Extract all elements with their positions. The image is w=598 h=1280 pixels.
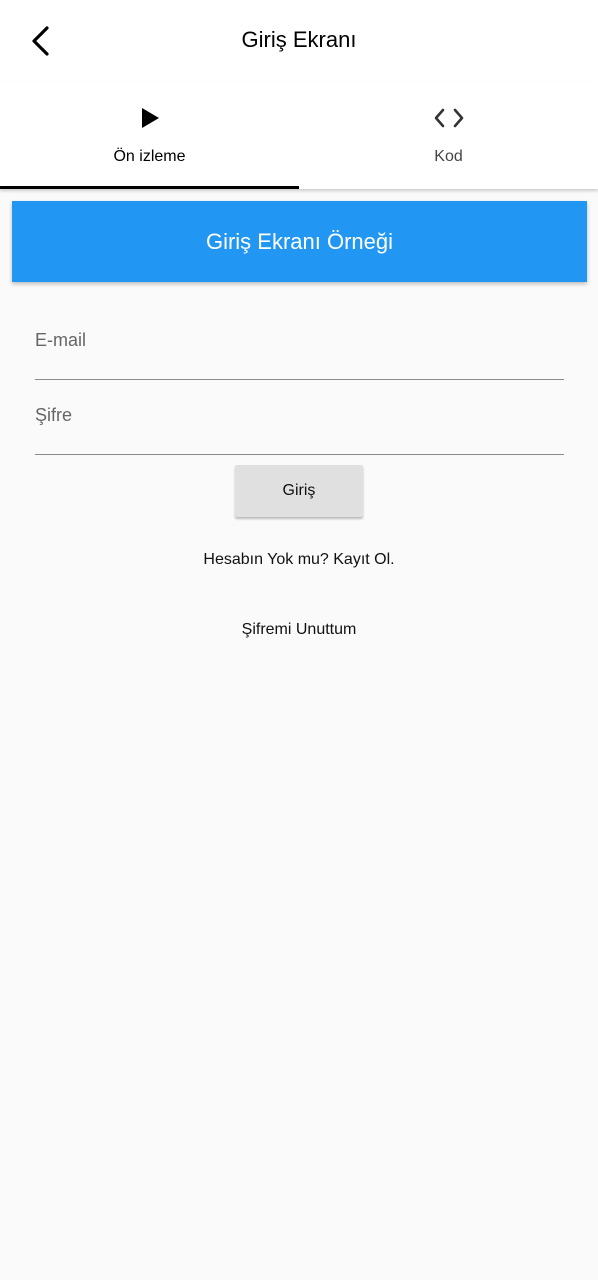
tab-code-label: Kod bbox=[434, 148, 463, 165]
page-title: Giriş Ekranı bbox=[241, 27, 357, 52]
preview-content: Giriş Ekranı Örneği E-mail Şifre Giriş H… bbox=[0, 189, 598, 1280]
banner-title: Giriş Ekranı Örneği bbox=[205, 228, 394, 254]
login-button[interactable]: Giriş bbox=[235, 465, 363, 517]
app-bar: Giriş Ekranı bbox=[0, 0, 598, 82]
code-icon bbox=[299, 104, 598, 132]
tab-preview[interactable]: Ön izleme bbox=[0, 82, 299, 189]
tab-indicator bbox=[0, 186, 299, 189]
play-icon bbox=[0, 104, 299, 132]
email-field[interactable]: E-mail bbox=[35, 330, 564, 380]
tab-preview-label: Ön izleme bbox=[113, 148, 186, 165]
email-placeholder: E-mail bbox=[35, 330, 87, 350]
tab-bar: Ön izleme Kod bbox=[0, 82, 598, 189]
password-field[interactable]: Şifre bbox=[35, 405, 564, 455]
forgot-password-link[interactable]: Şifremi Unuttum bbox=[0, 621, 598, 639]
password-placeholder: Şifre bbox=[35, 405, 73, 425]
header-banner: Giriş Ekranı Örneği bbox=[12, 201, 587, 282]
tab-code[interactable]: Kod bbox=[299, 82, 598, 189]
register-link[interactable]: Hesabın Yok mu? Kayıt Ol. bbox=[0, 551, 598, 569]
